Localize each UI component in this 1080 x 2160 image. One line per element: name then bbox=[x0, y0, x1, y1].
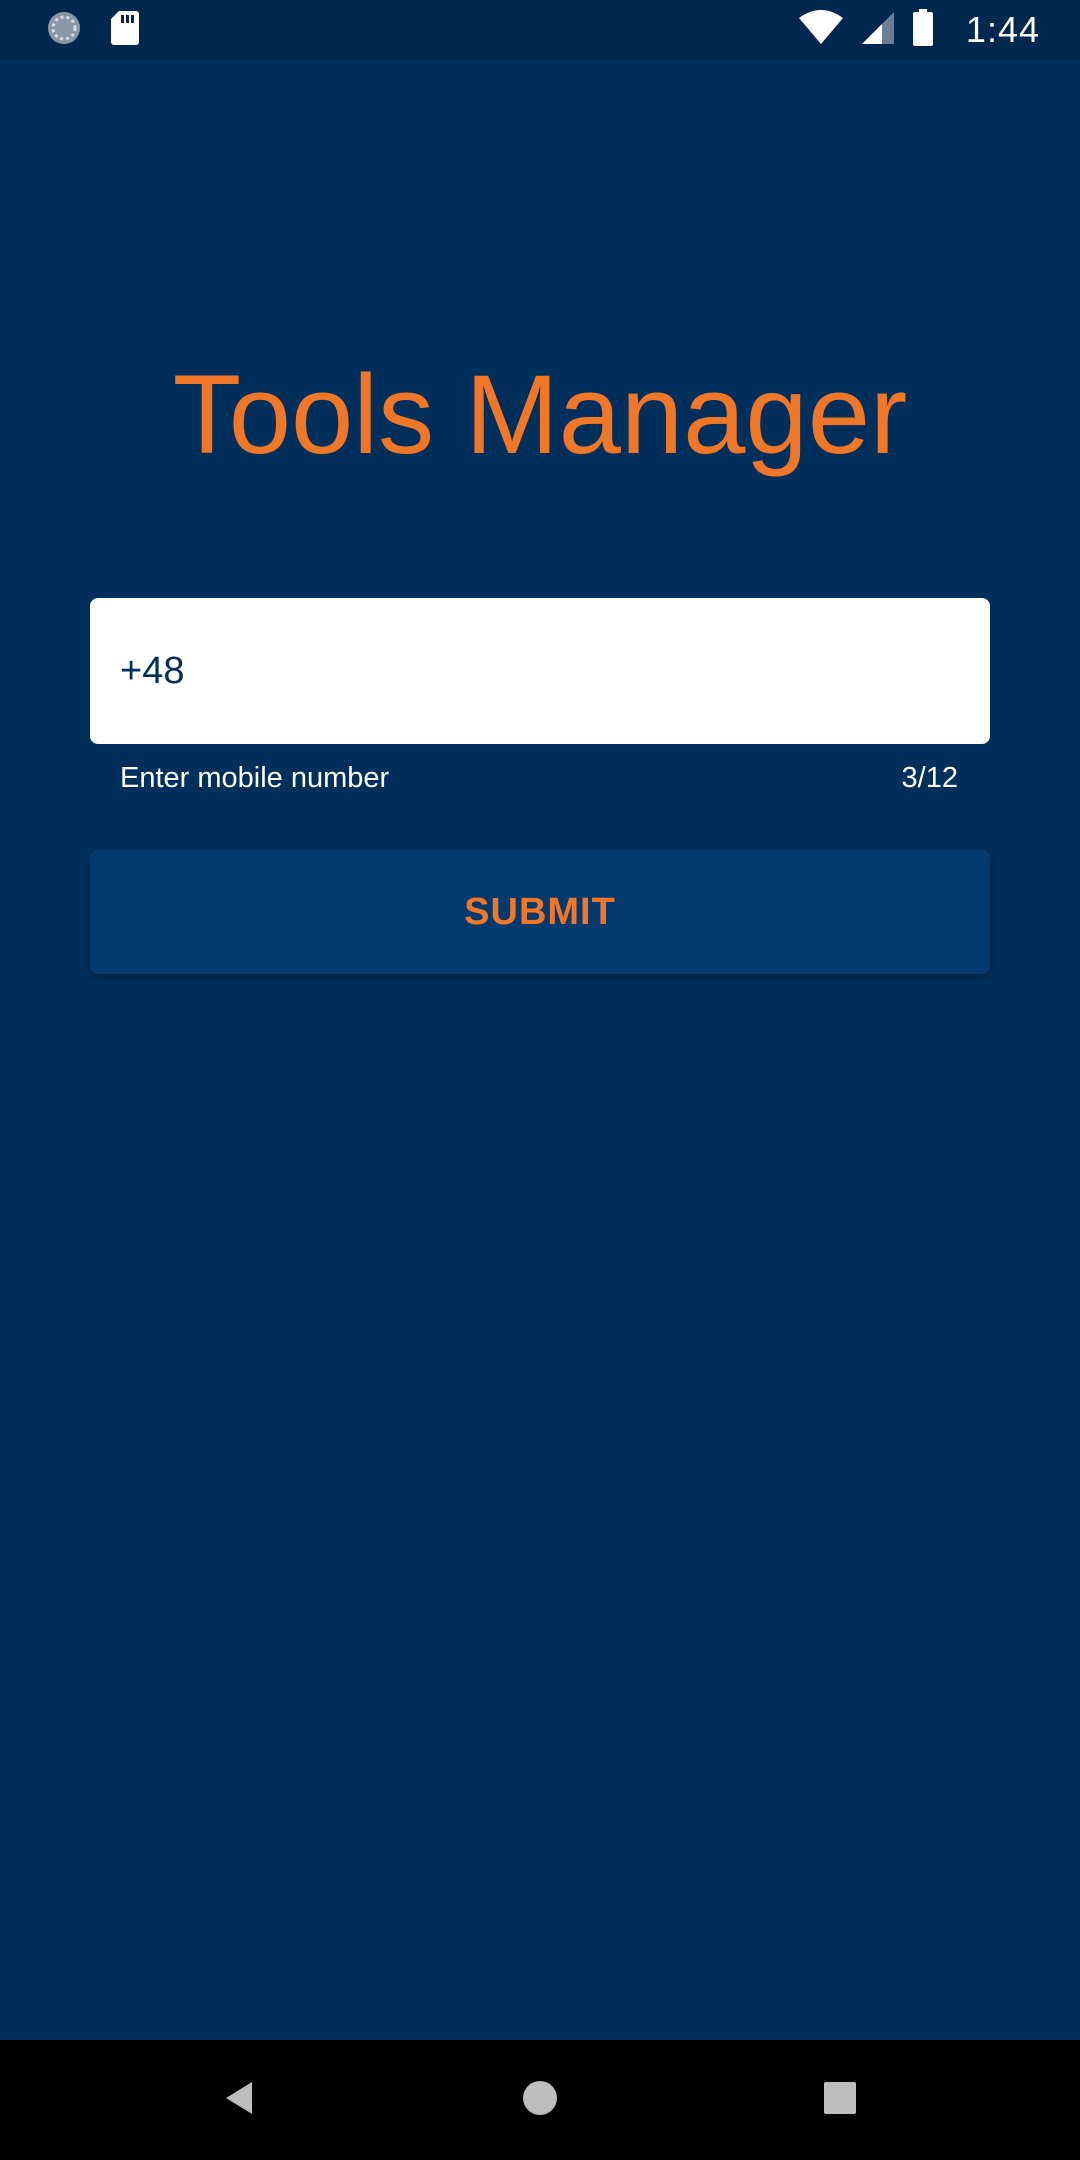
sd-card-icon bbox=[110, 10, 140, 51]
input-helper-row: Enter mobile number 3/12 bbox=[120, 762, 958, 795]
app-title: Tools Manager bbox=[172, 352, 908, 477]
back-icon bbox=[222, 2080, 258, 2121]
recents-button[interactable] bbox=[800, 2060, 880, 2140]
status-bar: 1:44 bbox=[0, 0, 1080, 60]
status-clock: 1:44 bbox=[965, 9, 1040, 50]
status-right-icons: 1:44 bbox=[798, 8, 1040, 52]
wifi-icon bbox=[798, 9, 844, 51]
cell-signal-icon bbox=[860, 10, 896, 51]
home-button[interactable] bbox=[500, 2060, 580, 2140]
recents-icon bbox=[823, 2081, 857, 2120]
mobile-number-input[interactable] bbox=[90, 598, 990, 744]
sync-icon bbox=[46, 10, 82, 51]
login-screen: 1:44 Tools Manager Enter mobile number 3… bbox=[0, 0, 1080, 2160]
battery-icon bbox=[912, 8, 934, 52]
home-icon bbox=[522, 2080, 558, 2121]
status-left-icons bbox=[46, 10, 140, 51]
submit-button[interactable]: SUBMIT bbox=[90, 850, 990, 974]
char-counter: 3/12 bbox=[901, 762, 958, 794]
back-button[interactable] bbox=[200, 2060, 280, 2140]
navigation-bar bbox=[0, 2040, 1080, 2160]
helper-text: Enter mobile number bbox=[120, 762, 390, 794]
